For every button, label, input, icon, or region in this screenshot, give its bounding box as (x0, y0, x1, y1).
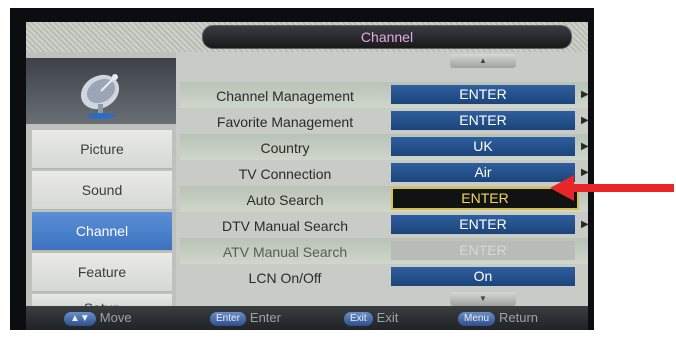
hint-label: Return (499, 310, 539, 325)
menu-item-channel[interactable]: Channel (32, 212, 172, 251)
chevron-right-icon: ▶ (581, 89, 588, 100)
row-value[interactable]: UK (391, 137, 575, 156)
list-item[interactable]: DTV Manual Search ENTER ▶ (180, 212, 588, 238)
enter-key-icon: Enter (210, 311, 246, 326)
row-label: Channel Management (216, 88, 354, 104)
row-label: ATV Manual Search (222, 244, 348, 260)
hint-exit: Exit Exit (344, 310, 398, 326)
hint-return: Menu Return (458, 310, 538, 326)
help-bar: ▲▼ Move Enter Enter Exit Exit Menu Return (26, 306, 588, 330)
menu-item-feature[interactable]: Feature (32, 253, 172, 292)
logo-panel (26, 58, 176, 124)
updown-key-icon: ▲▼ (64, 311, 96, 326)
row-label: TV Connection (238, 166, 332, 182)
row-value[interactable]: ENTER (391, 215, 575, 234)
chevron-right-icon: ▶ (581, 219, 588, 230)
exit-key-icon: Exit (344, 311, 373, 326)
red-arrow-icon (550, 175, 674, 201)
tv-frame: Channel Picture Sound Channel Feature Se… (10, 8, 594, 330)
row-value[interactable]: On (391, 267, 575, 286)
row-value[interactable]: ENTER (391, 85, 575, 104)
list-item[interactable]: Auto Search ENTER (180, 186, 588, 212)
row-label: Favorite Management (216, 114, 354, 130)
row-label: DTV Manual Search (221, 218, 349, 234)
row-label: Country (260, 140, 310, 156)
list-item[interactable]: Country UK ▶ (180, 134, 588, 160)
hint-label: Enter (249, 310, 281, 325)
row-value[interactable]: Air (391, 163, 575, 182)
hint-label: Move (99, 310, 132, 325)
menu-item-picture[interactable]: Picture (32, 130, 172, 169)
row-label: Auto Search (246, 192, 324, 208)
page-title: Channel (202, 25, 572, 49)
chevron-right-icon: ▶ (581, 115, 588, 126)
menu-item-sound[interactable]: Sound (32, 171, 172, 210)
row-value-disabled: ENTER (391, 241, 575, 260)
menu-key-icon: Menu (458, 311, 496, 326)
hint-move: ▲▼ Move (64, 310, 132, 326)
list-item[interactable]: Favorite Management ENTER ▶ (180, 108, 588, 134)
list-item[interactable]: TV Connection Air ▶ (180, 160, 588, 186)
row-label: LCN On/Off (248, 270, 322, 286)
chevron-right-icon: ▶ (581, 141, 588, 152)
hint-label: Exit (376, 310, 399, 325)
sidebar: Picture Sound Channel Feature Setup (26, 52, 176, 316)
scroll-up-button[interactable]: ▲ (450, 54, 516, 68)
scroll-down-button[interactable]: ▼ (450, 292, 516, 306)
list-item[interactable]: ATV Manual Search ENTER (180, 238, 588, 264)
satellite-dish-icon (80, 74, 120, 119)
row-value[interactable]: ENTER (391, 111, 575, 130)
list-item[interactable]: LCN On/Off On (180, 264, 588, 290)
settings-list: ▲ Channel Management ENTER ▶ Favorite Ma… (180, 52, 588, 306)
tv-screen: Channel Picture Sound Channel Feature Se… (26, 22, 588, 330)
hint-enter: Enter Enter (210, 310, 281, 326)
list-item[interactable]: Channel Management ENTER ▶ (180, 82, 588, 108)
